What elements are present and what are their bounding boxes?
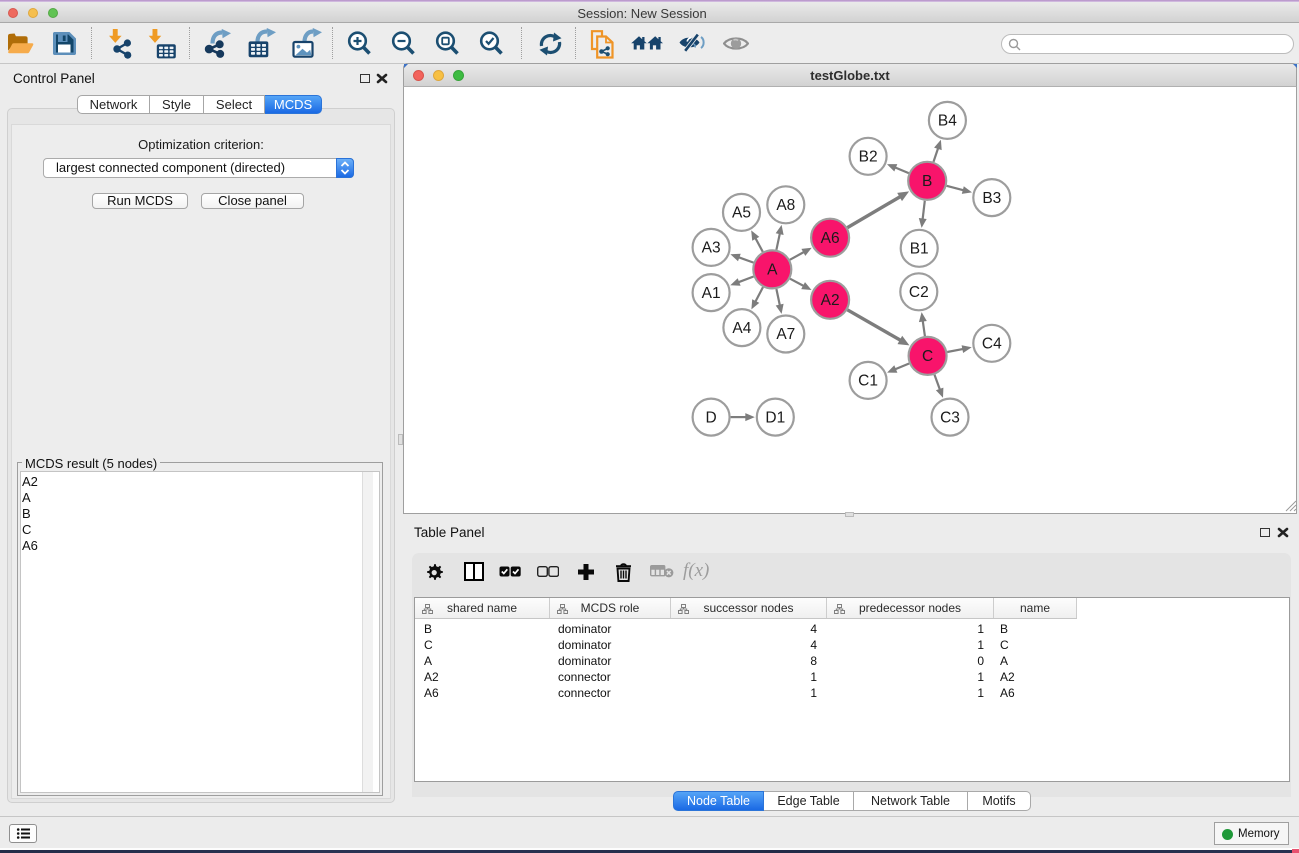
svg-text:A8: A8 [776,197,795,214]
svg-text:B2: B2 [859,149,878,166]
svg-text:B4: B4 [938,113,957,130]
svg-text:B: B [922,173,932,190]
svg-text:A4: A4 [732,320,751,337]
svg-text:A3: A3 [702,240,721,257]
svg-text:D1: D1 [765,409,785,426]
svg-text:D: D [705,409,716,426]
svg-text:A5: A5 [732,205,751,222]
svg-text:A: A [767,262,778,279]
svg-text:C: C [922,348,933,365]
svg-text:A7: A7 [776,326,795,343]
svg-text:B1: B1 [910,241,929,258]
svg-text:A2: A2 [821,292,840,309]
svg-text:C4: C4 [982,336,1002,353]
svg-text:B3: B3 [982,190,1001,207]
svg-text:C2: C2 [909,284,929,301]
svg-text:C1: C1 [858,373,878,390]
svg-text:C3: C3 [940,409,960,426]
svg-text:A6: A6 [821,230,840,247]
svg-text:A1: A1 [702,285,721,302]
